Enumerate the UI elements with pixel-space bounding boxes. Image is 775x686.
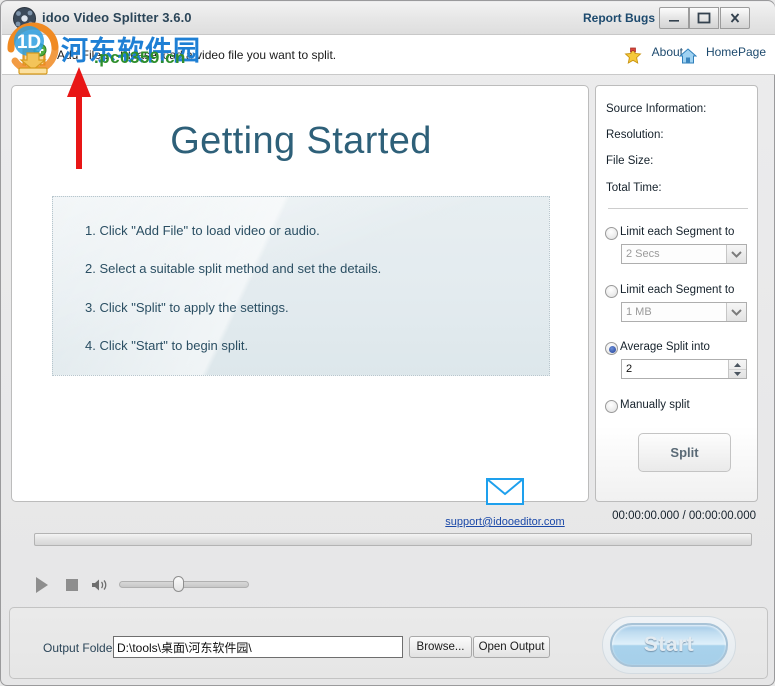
stepper-buttons[interactable] [728, 360, 746, 378]
volume-slider-track[interactable] [119, 581, 249, 588]
close-button[interactable] [720, 7, 750, 29]
stop-icon[interactable] [65, 578, 79, 597]
divider [608, 208, 748, 209]
stepper-up-icon[interactable] [729, 360, 746, 369]
step-item: 4. Click "Start" to begin split. [85, 338, 249, 353]
page-title: Getting Started [170, 120, 432, 162]
application-window: idoo Video Splitter 3.6.0 Report Bugs Ad… [0, 0, 775, 686]
add-file-hint: Please load a video file you want to spl… [120, 48, 337, 62]
play-icon[interactable] [34, 576, 50, 599]
source-information-label: Source Information: [606, 103, 707, 115]
option-label: Average Split into [620, 341, 710, 353]
step-item: 2. Select a suitable split method and se… [85, 261, 382, 276]
envelope-icon[interactable] [442, 478, 568, 510]
output-folder-label: Output Folder: [43, 641, 120, 655]
speaker-icon[interactable] [91, 578, 111, 597]
radio-average-split[interactable]: Average Split into [605, 341, 755, 356]
total-time-label: Total Time: [606, 182, 662, 194]
radio-limit-segment-size[interactable]: Limit each Segment to [605, 284, 755, 299]
step-item: 1. Click "Add File" to load video or aud… [85, 223, 320, 238]
split-button[interactable]: Split [638, 433, 731, 472]
star-icon [624, 47, 646, 64]
radio-manually-split[interactable]: Manually split [605, 399, 755, 414]
title-bar: idoo Video Splitter 3.6.0 Report Bugs [2, 2, 775, 35]
stepper-value: 2 [626, 363, 633, 375]
window-title: idoo Video Splitter 3.6.0 [42, 10, 192, 25]
maximize-button[interactable] [689, 7, 719, 29]
time-display: 00:00:00.000 / 00:00:00.000 [612, 510, 756, 522]
support-email-link[interactable]: support@idooeditor.com [445, 516, 564, 528]
radio-indicator [605, 285, 618, 298]
option-label: Limit each Segment to [620, 284, 735, 296]
about-button[interactable]: About [624, 45, 683, 65]
volume-slider-thumb[interactable] [173, 576, 184, 592]
file-size-label: File Size: [606, 155, 654, 167]
average-split-count-stepper[interactable]: 2 [621, 359, 747, 379]
add-file-label[interactable]: Add File . [57, 48, 108, 62]
getting-started-steps: 1. Click "Add File" to load video or aud… [52, 196, 550, 376]
start-button-label: Start [643, 633, 695, 656]
radio-indicator [605, 400, 618, 413]
seek-bar[interactable] [34, 533, 752, 546]
start-button-inner: Start [610, 623, 728, 667]
resolution-label: Resolution: [606, 129, 664, 141]
settings-panel: Source Information: Resolution: File Siz… [595, 85, 758, 502]
radio-indicator-selected [605, 342, 618, 355]
chevron-down-icon[interactable] [726, 303, 746, 321]
add-file-icon[interactable] [20, 41, 48, 69]
segment-seconds-dropdown[interactable]: 2 Secs [621, 244, 747, 264]
start-button[interactable]: Start [602, 616, 736, 674]
report-bugs-link[interactable]: Report Bugs [583, 11, 655, 25]
chevron-down-icon[interactable] [726, 245, 746, 263]
homepage-button[interactable]: HomePage [678, 45, 766, 65]
home-icon [678, 47, 701, 64]
main-content-panel: Getting Started 1. Click "Add File" to l… [11, 85, 589, 528]
homepage-label: HomePage [705, 45, 766, 59]
radio-indicator [605, 227, 618, 240]
film-reel-icon [12, 6, 37, 31]
step-item: 3. Click "Split" to apply the settings. [85, 300, 289, 315]
toolbar: Add File . Please load a video file you … [2, 35, 775, 75]
option-label: Limit each Segment to [620, 226, 735, 238]
dropdown-value: 2 Secs [626, 248, 660, 260]
option-label: Manually split [620, 399, 690, 411]
dropdown-value: 1 MB [626, 306, 652, 318]
minimize-button[interactable] [659, 7, 689, 29]
browse-button[interactable]: Browse... [409, 636, 472, 658]
open-output-button[interactable]: Open Output [473, 636, 550, 658]
segment-size-dropdown[interactable]: 1 MB [621, 302, 747, 322]
support-contact: support@idooeditor.com [442, 478, 568, 530]
radio-limit-segment-seconds[interactable]: Limit each Segment to [605, 226, 755, 241]
stepper-down-icon[interactable] [729, 369, 746, 378]
output-folder-input[interactable]: D:\tools\桌面\河东软件园\ [113, 636, 403, 658]
